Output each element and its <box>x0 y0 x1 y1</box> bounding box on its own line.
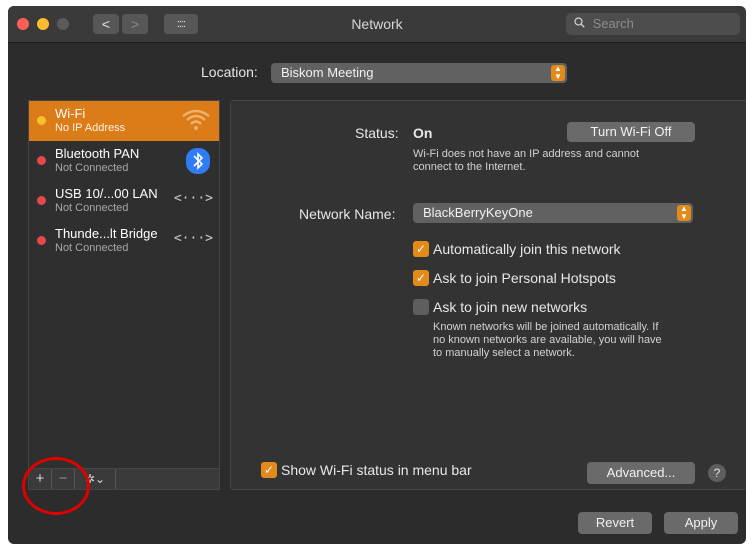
popup-chevron-icon: ▲ ▼ <box>677 205 691 221</box>
service-name: Wi-Fi <box>55 106 86 121</box>
search-icon <box>574 16 589 31</box>
service-status: Not Connected <box>55 162 129 174</box>
bluetooth-icon <box>185 147 211 180</box>
status-dot-yellow <box>37 116 46 125</box>
new-networks-label: Ask to join new networks <box>433 299 588 315</box>
location-popup[interactable]: Biskom Meeting ▲ ▼ <box>271 63 567 83</box>
ethernet-arrows-icon: <···> <box>173 191 213 206</box>
service-status: Not Connected <box>55 242 129 254</box>
status-description-line1: Wi-Fi does not have an IP address and ca… <box>413 148 640 160</box>
new-networks-checkbox[interactable] <box>413 299 429 315</box>
location-value: Biskom Meeting <box>281 65 374 80</box>
network-name-value: BlackBerryKeyOne <box>423 205 533 220</box>
new-networks-help-line3: to manually select a network. <box>433 347 575 359</box>
search-field[interactable]: Search <box>566 13 740 35</box>
auto-join-label: Automatically join this network <box>433 241 621 257</box>
personal-hotspots-label: Ask to join Personal Hotspots <box>433 270 616 286</box>
status-dot-red <box>37 156 46 165</box>
status-description-line2: connect to the Internet. <box>413 161 526 173</box>
service-name: Thunde...lt Bridge <box>55 226 158 241</box>
service-item-bluetooth-pan[interactable]: Bluetooth PAN Not Connected <box>29 141 219 181</box>
status-dot-red <box>37 196 46 205</box>
status-dot-red <box>37 236 46 245</box>
network-preferences-window: < > :::: Network Search Location: Biskom… <box>8 6 746 544</box>
status-value: On <box>413 125 433 141</box>
wifi-detail-panel: Status: On Turn Wi-Fi Off Wi-Fi does not… <box>230 100 746 490</box>
new-networks-help-line1: Known networks will be joined automatica… <box>433 321 659 333</box>
location-label: Location: <box>201 64 258 80</box>
ethernet-arrows-icon: <···> <box>173 231 213 246</box>
network-name-popup[interactable]: BlackBerryKeyOne ▲ ▼ <box>413 203 693 223</box>
show-wifi-status-checkbox[interactable]: ✓ <box>261 462 277 478</box>
service-item-thunderbolt-bridge[interactable]: Thunde...lt Bridge Not Connected <···> <box>29 221 219 261</box>
personal-hotspots-checkbox[interactable]: ✓ <box>413 270 429 286</box>
show-wifi-status-label: Show Wi-Fi status in menu bar <box>281 462 472 478</box>
title-bar: < > :::: Network Search <box>8 6 746 43</box>
new-networks-help-line2: no known networks are available, you wil… <box>433 334 662 346</box>
status-label: Status: <box>355 125 399 141</box>
auto-join-checkbox[interactable]: ✓ <box>413 241 429 257</box>
popup-chevron-icon: ▲ ▼ <box>551 65 565 81</box>
help-button[interactable]: ? <box>708 464 726 482</box>
apply-button[interactable]: Apply <box>664 512 738 534</box>
turn-wifi-off-button[interactable]: Turn Wi-Fi Off <box>567 122 695 142</box>
service-status: No IP Address <box>55 122 126 134</box>
service-list: Wi-Fi No IP Address Bluetooth PAN Not Co… <box>28 100 220 490</box>
advanced-button[interactable]: Advanced... <box>587 462 695 484</box>
search-placeholder: Search <box>592 16 634 31</box>
revert-button[interactable]: Revert <box>578 512 652 534</box>
annotation-circle <box>22 457 90 515</box>
service-name: Bluetooth PAN <box>55 146 140 161</box>
wifi-icon <box>181 107 211 138</box>
service-item-wifi[interactable]: Wi-Fi No IP Address <box>29 101 219 141</box>
service-status: Not Connected <box>55 202 129 214</box>
network-name-label: Network Name: <box>299 206 396 222</box>
service-name: USB 10/...00 LAN <box>55 186 158 201</box>
service-item-usb-lan[interactable]: USB 10/...00 LAN Not Connected <···> <box>29 181 219 221</box>
